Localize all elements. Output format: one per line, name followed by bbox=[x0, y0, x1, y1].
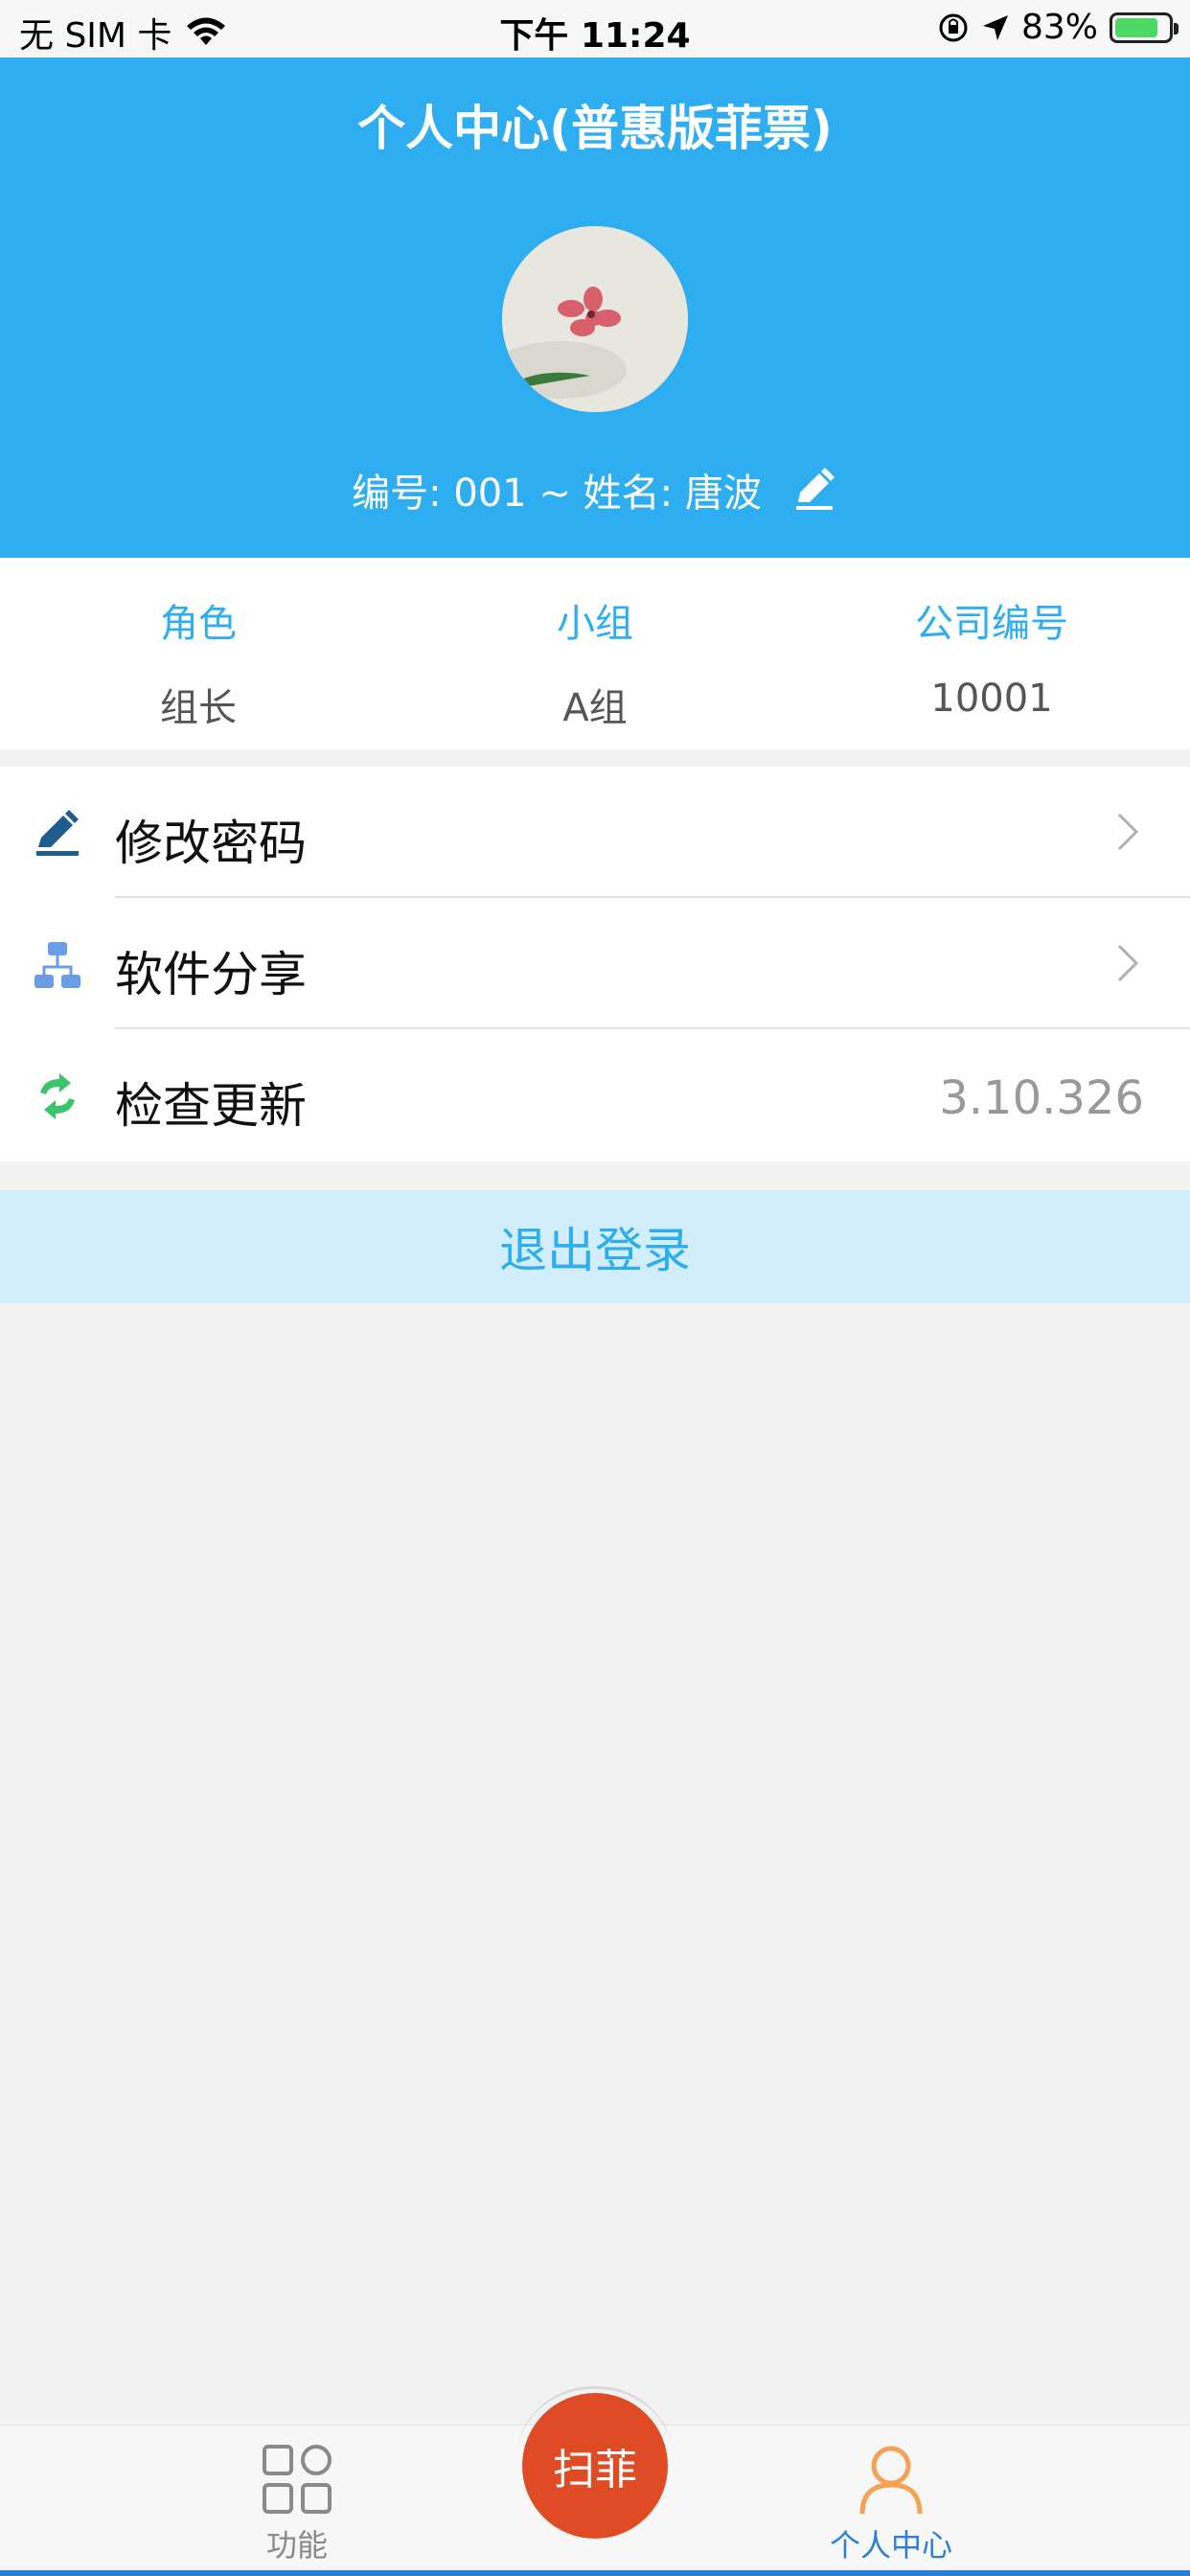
info-value: A组 bbox=[562, 686, 628, 730]
tab-functions[interactable]: 功能 bbox=[153, 2426, 441, 2565]
orientation-lock-icon bbox=[939, 13, 968, 41]
avatar-image bbox=[502, 226, 688, 412]
profile-header: 个人中心(普惠版菲票) 编号: 001 ~ 姓名: 唐波 bbox=[0, 58, 1190, 558]
person-icon bbox=[859, 2446, 923, 2515]
location-arrow-icon bbox=[982, 14, 1008, 40]
battery-icon bbox=[1110, 12, 1179, 43]
menu-item-share-app[interactable]: 软件分享 bbox=[0, 898, 1190, 1029]
menu-item-check-update[interactable]: 检查更新 3.10.326 bbox=[0, 1029, 1190, 1161]
menu-label: 软件分享 bbox=[115, 947, 307, 1002]
logout-button[interactable]: 退出登录 bbox=[0, 1190, 1190, 1303]
user-info-line: 编号: 001 ~ 姓名: 唐波 bbox=[0, 462, 1190, 518]
info-value: 10001 bbox=[930, 677, 1053, 721]
tab-profile[interactable]: 个人中心 bbox=[747, 2426, 1035, 2565]
info-label: 小组 bbox=[557, 602, 633, 646]
scan-button[interactable]: 扫菲 bbox=[522, 2393, 668, 2539]
info-value: 组长 bbox=[160, 686, 237, 730]
tab-label: 个人中心 bbox=[829, 2527, 952, 2564]
tab-label: 功能 bbox=[265, 2527, 328, 2564]
info-group: 小组 A组 bbox=[397, 558, 793, 749]
menu-label: 检查更新 bbox=[115, 1078, 307, 1134]
info-role: 角色 组长 bbox=[0, 558, 397, 749]
menu-item-change-password[interactable]: 修改密码 bbox=[0, 767, 1190, 898]
menu-label: 修改密码 bbox=[115, 816, 307, 871]
info-company: 公司编号 10001 bbox=[793, 558, 1190, 749]
chevron-right-icon bbox=[1117, 813, 1139, 851]
edit-icon bbox=[36, 810, 79, 856]
chevron-right-icon bbox=[1117, 944, 1139, 982]
status-bar: 无 SIM 卡 下午 11:24 83% bbox=[0, 0, 1190, 58]
grid-icon bbox=[263, 2445, 332, 2514]
share-icon bbox=[34, 942, 80, 988]
avatar[interactable] bbox=[502, 226, 688, 412]
user-info-row: 角色 组长 小组 A组 公司编号 10001 bbox=[0, 558, 1190, 749]
info-label: 公司编号 bbox=[915, 602, 1068, 646]
app-version: 3.10.326 bbox=[939, 1071, 1144, 1125]
refresh-icon bbox=[40, 1073, 75, 1119]
bottom-indicator bbox=[0, 2570, 1190, 2576]
status-right: 83% bbox=[937, 8, 1179, 47]
info-label: 角色 bbox=[160, 602, 237, 646]
page-title: 个人中心(普惠版菲票) bbox=[357, 101, 833, 156]
battery-percent: 83% bbox=[1020, 8, 1098, 47]
user-id-name: 编号: 001 ~ 姓名: 唐波 bbox=[352, 472, 762, 516]
settings-menu: 修改密码 软件分享 检查更新 3.10.326 bbox=[0, 767, 1190, 1162]
edit-profile-icon[interactable] bbox=[790, 466, 838, 514]
